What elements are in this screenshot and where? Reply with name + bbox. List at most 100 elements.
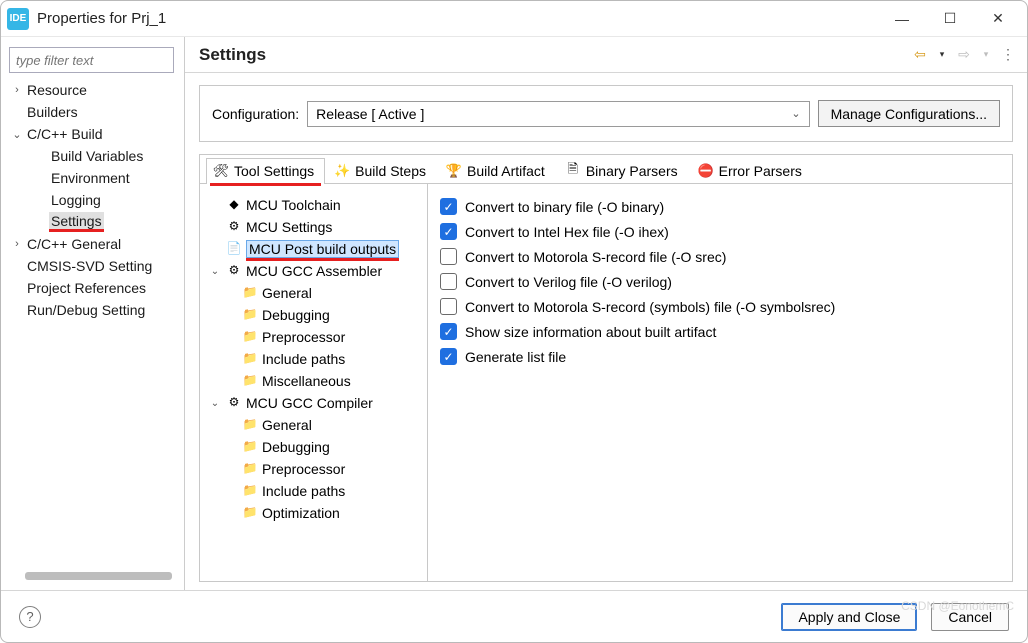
chevron-right-icon[interactable]: ›	[9, 84, 25, 96]
nav-item-environment[interactable]: Environment	[33, 167, 180, 189]
window-controls: — ☐ ✕	[879, 4, 1021, 34]
apply-and-close-button[interactable]: Apply and Close	[781, 603, 917, 631]
tab-label: Build Artifact	[467, 163, 545, 179]
minimize-button[interactable]: —	[879, 4, 925, 34]
checkbox[interactable]	[440, 273, 457, 290]
forward-dropdown-icon: ▾	[977, 49, 995, 60]
tool-item-preprocessor[interactable]: 📁Preprocessor	[224, 458, 423, 480]
settings-title: Settings	[199, 45, 911, 65]
apply-and-close-label: Apply and Close	[798, 609, 900, 625]
nav-item-logging[interactable]: Logging	[33, 189, 180, 211]
tool-item-mcu-post-build-outputs[interactable]: 📄MCU Post build outputs	[208, 238, 423, 260]
configuration-label: Configuration:	[212, 106, 299, 122]
close-icon: ✕	[992, 10, 1004, 27]
tool-item-preprocessor[interactable]: 📁Preprocessor	[224, 326, 423, 348]
tool-item-mcu-gcc-assembler[interactable]: ⌄⚙MCU GCC Assembler	[208, 260, 423, 282]
tool-item-label: MCU GCC Assembler	[246, 263, 382, 279]
tab-build-steps[interactable]: ✨Build Steps	[327, 158, 437, 184]
checkbox[interactable]: ✓	[440, 223, 457, 240]
nav-item-cmsis-svd-setting[interactable]: CMSIS-SVD Setting	[9, 255, 180, 277]
nav-item-run-debug-setting[interactable]: Run/Debug Setting	[9, 299, 180, 321]
help-button[interactable]: ?	[19, 606, 41, 628]
tool-item-label: MCU GCC Compiler	[246, 395, 373, 411]
manage-configurations-button[interactable]: Manage Configurations...	[818, 100, 1000, 127]
maximize-button[interactable]: ☐	[927, 4, 973, 34]
checkbox[interactable]	[440, 298, 457, 315]
checkbox[interactable]	[440, 248, 457, 265]
build-output-options: ✓Convert to binary file (-O binary)✓Conv…	[428, 184, 1012, 581]
checkbox[interactable]: ✓	[440, 323, 457, 340]
help-icon: ?	[26, 609, 33, 624]
nav-item-label: Run/Debug Setting	[25, 301, 147, 319]
dialog-footer: ? Apply and Close Cancel	[1, 590, 1027, 642]
nav-item-label: Logging	[49, 191, 103, 209]
configuration-group: Configuration: Release [ Active ] ⌄ Mana…	[199, 85, 1013, 142]
nav-item-build-variables[interactable]: Build Variables	[33, 145, 180, 167]
gear-icon: ⚙	[226, 395, 242, 411]
menu-icon[interactable]: ⋮	[999, 46, 1017, 63]
tool-item-mcu-gcc-compiler[interactable]: ⌄ ⚙MCU GCC Compiler	[208, 392, 423, 414]
folder-icon: 📁	[242, 373, 258, 389]
option-row: Convert to Motorola S-record (symbols) f…	[440, 294, 1000, 319]
tool-icon: 🛠	[213, 163, 229, 179]
nav-item-settings[interactable]: Settings	[33, 211, 180, 233]
folder-icon: 📁	[242, 483, 258, 499]
tool-item-general[interactable]: 📁General	[224, 414, 423, 436]
tab-tool-settings[interactable]: 🛠Tool Settings	[206, 158, 325, 184]
back-dropdown-icon[interactable]: ▾	[933, 49, 951, 60]
minimize-icon: —	[895, 11, 909, 27]
option-row: ✓Convert to Intel Hex file (-O ihex)	[440, 219, 1000, 244]
configuration-select[interactable]: Release [ Active ] ⌄	[307, 101, 809, 127]
back-icon[interactable]: ⇦	[911, 46, 929, 63]
settings-pane: Settings ⇦ ▾ ⇨ ▾ ⋮ Configuration: Releas…	[185, 37, 1027, 590]
tool-item-general[interactable]: 📁General	[224, 282, 423, 304]
nav-item-project-references[interactable]: Project References	[9, 277, 180, 299]
tool-item-label: Debugging	[262, 307, 330, 323]
tool-item-label: MCU Toolchain	[246, 197, 341, 213]
chevron-down-icon[interactable]: ⌄	[9, 128, 25, 141]
checkbox[interactable]: ✓	[440, 198, 457, 215]
nav-horizontal-scrollbar[interactable]	[25, 572, 172, 580]
chevron-right-icon[interactable]: ›	[9, 238, 25, 250]
nav-item-c-c-general[interactable]: ›C/C++ General	[9, 233, 180, 255]
tool-item-optimization[interactable]: 📁Optimization	[224, 502, 423, 524]
option-label: Show size information about built artifa…	[465, 324, 716, 340]
tool-item-debugging[interactable]: 📁Debugging	[224, 436, 423, 458]
cancel-label: Cancel	[948, 609, 992, 625]
settings-tabs: 🛠Tool Settings✨Build Steps🏆Build Artifac…	[199, 154, 1013, 582]
chevron-down-icon[interactable]: ⌄	[208, 398, 222, 409]
tool-item-mcu-settings[interactable]: ⚙MCU Settings	[208, 216, 423, 238]
gear-icon: ⚙	[226, 219, 242, 235]
tool-item-label: General	[262, 285, 312, 301]
tab-binary-parsers[interactable]: 🗎Binary Parsers	[558, 158, 689, 184]
tool-item-debugging[interactable]: 📁Debugging	[224, 304, 423, 326]
tool-item-include-paths[interactable]: 📁Include paths	[224, 348, 423, 370]
filter-input[interactable]	[9, 47, 174, 73]
folder-icon: 📁	[242, 307, 258, 323]
tool-item-miscellaneous[interactable]: 📁Miscellaneous	[224, 370, 423, 392]
checkbox[interactable]: ✓	[440, 348, 457, 365]
tab-error-parsers[interactable]: ⛔Error Parsers	[691, 158, 813, 184]
page-icon: 📄	[226, 241, 242, 257]
cancel-button[interactable]: Cancel	[931, 603, 1009, 631]
folder-icon: 📁	[242, 285, 258, 301]
tab-build-artifact[interactable]: 🏆Build Artifact	[439, 158, 556, 184]
titlebar: IDE Properties for Prj_1 — ☐ ✕	[1, 1, 1027, 37]
option-label: Generate list file	[465, 349, 566, 365]
tool-tree: ◆MCU Toolchain⚙MCU Settings📄MCU Post bui…	[200, 184, 428, 581]
error-icon: ⛔	[698, 163, 714, 179]
chevron-down-icon[interactable]: ⌄	[208, 266, 222, 277]
nav-item-label: Environment	[49, 169, 132, 187]
tool-item-mcu-toolchain[interactable]: ◆MCU Toolchain	[208, 194, 423, 216]
nav-item-c-c-build[interactable]: ⌄C/C++ Build	[9, 123, 180, 145]
close-button[interactable]: ✕	[975, 4, 1021, 34]
folder-icon: 📁	[242, 439, 258, 455]
settings-header: Settings ⇦ ▾ ⇨ ▾ ⋮	[185, 37, 1027, 73]
check-icon: ✓	[443, 225, 453, 239]
folder-icon: 📁	[242, 505, 258, 521]
nav-item-builders[interactable]: Builders	[9, 101, 180, 123]
nav-item-resource[interactable]: ›Resource	[9, 79, 180, 101]
window-title: Properties for Prj_1	[37, 10, 879, 27]
nav-item-label: Builders	[25, 103, 80, 121]
tool-item-include-paths[interactable]: 📁Include paths	[224, 480, 423, 502]
